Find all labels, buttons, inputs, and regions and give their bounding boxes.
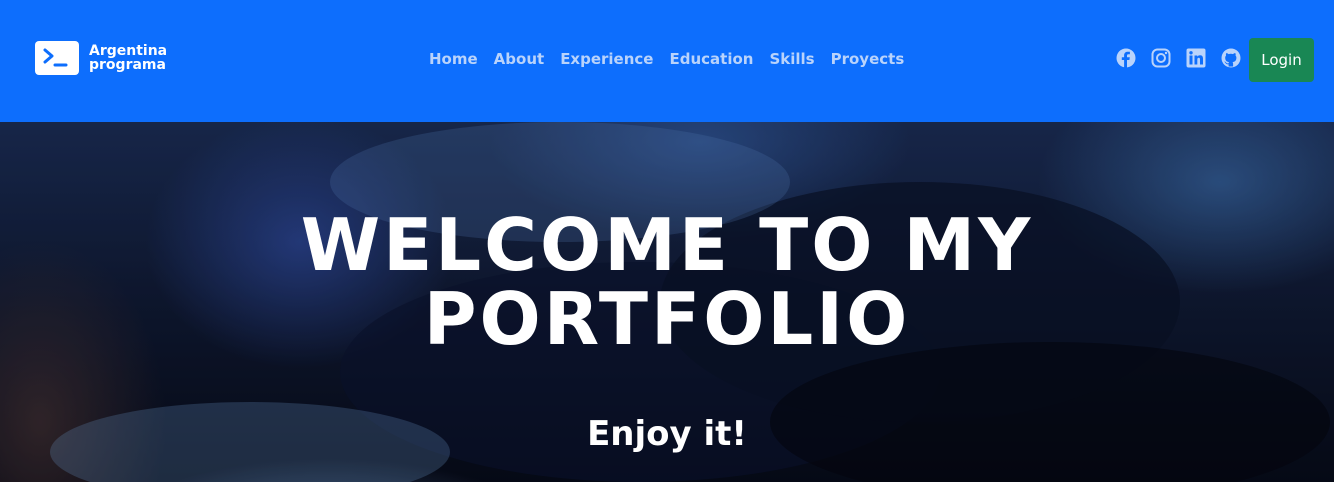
nav-proyects[interactable]: Proyects <box>831 50 905 68</box>
brand-line1: Argentina <box>89 43 168 59</box>
nav-home[interactable]: Home <box>429 50 478 68</box>
main-nav: Home About Experience Education Skills P… <box>429 50 904 68</box>
hero-section: WELCOME TO MY PORTFOLIO Enjoy it! <box>0 122 1334 482</box>
nav-education[interactable]: Education <box>669 50 753 68</box>
nav-experience[interactable]: Experience <box>560 50 653 68</box>
hero-subtitle: Enjoy it! <box>587 414 747 454</box>
terminal-prompt-icon <box>35 41 79 75</box>
linkedin-icon[interactable] <box>1186 48 1206 68</box>
nav-about[interactable]: About <box>494 50 545 68</box>
brand-name: Argentina programa <box>89 44 167 72</box>
nav-skills[interactable]: Skills <box>769 50 814 68</box>
facebook-icon[interactable] <box>1116 48 1136 68</box>
login-button[interactable]: Login <box>1249 38 1314 82</box>
brand-line2: programa <box>89 57 166 73</box>
brand[interactable]: Argentina programa <box>35 41 167 75</box>
hero-title-line1: WELCOME TO MY <box>300 203 1034 287</box>
github-icon[interactable] <box>1221 48 1241 68</box>
hero-title: WELCOME TO MY PORTFOLIO <box>0 208 1334 356</box>
social-links <box>1116 48 1241 68</box>
instagram-icon[interactable] <box>1151 48 1171 68</box>
navbar: Argentina programa Home About Experience… <box>0 0 1334 122</box>
hero-title-line2: PORTFOLIO <box>423 277 911 361</box>
